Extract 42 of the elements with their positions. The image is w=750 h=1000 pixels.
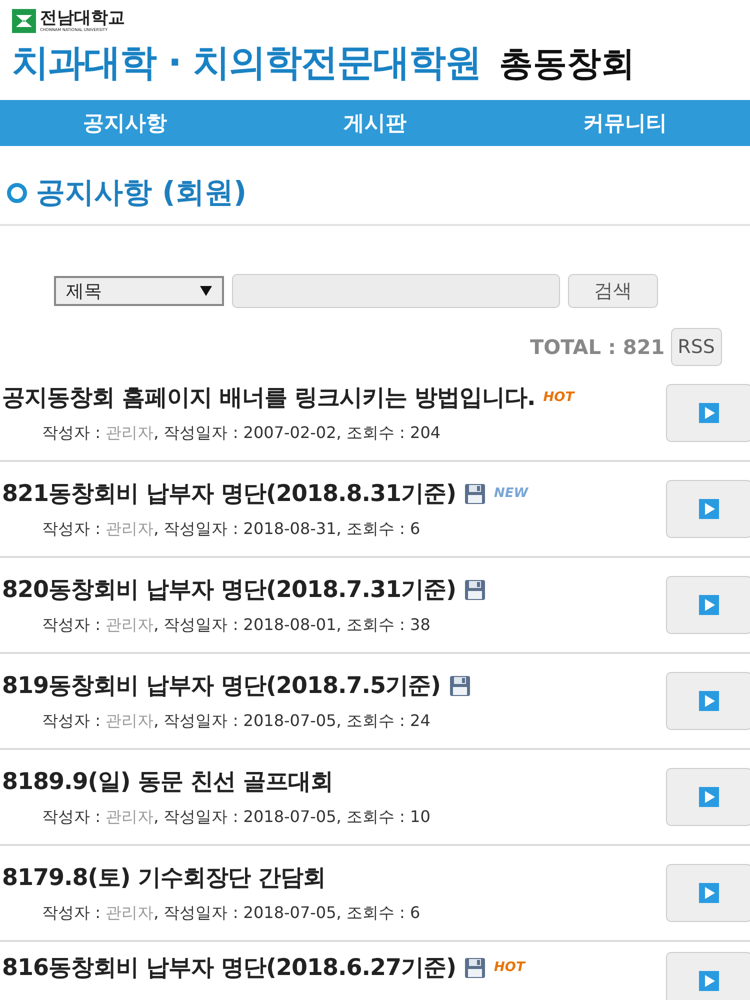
page-heading: 공지사항 (회원) [36,174,247,211]
post-title-link[interactable]: 공지동창회 홈페이지 배너를 링크시키는 방법입니다. [2,382,536,413]
total-count: TOTAL : 821 [530,335,665,359]
search-field[interactable] [232,274,560,308]
view-post-button[interactable] [666,952,750,1000]
post-title-link[interactable]: 819동창회비 납부자 명단(2018.7.5기준) [2,670,441,701]
play-icon [699,403,719,423]
university-name: 전남대학교 [40,9,125,27]
view-post-button[interactable] [666,384,750,442]
play-icon [699,971,719,991]
post-meta: 작성자 : 관리자, 작성일자 : 2018-07-05, 조회수 : 6 [41,903,420,924]
site-title-suffix: 총동창회 [498,43,635,86]
view-post-button[interactable] [666,576,750,634]
play-icon [699,499,719,519]
post-meta: 작성자 : 관리자, 작성일자 : 2018-07-05, 조회수 : 10 [41,807,430,828]
post-meta: 작성자 : 관리자, 작성일자 : 2018-08-31, 조회수 : 6 [41,519,422,540]
rss-button[interactable]: RSS [670,328,722,366]
caret-icon [200,286,212,296]
new-label: NEW [494,486,528,501]
post-meta: 작성자 : 관리자, 작성일자 : 2007-02-02, 조회수 : 204 [41,423,442,444]
play-icon [699,691,719,711]
play-icon [699,787,719,807]
search-button[interactable]: 검색 [568,274,658,308]
view-post-button[interactable] [666,864,750,922]
play-icon [699,883,719,903]
hot-label: HOT [543,390,574,405]
post-title-link[interactable]: 820동창회비 납부자 명단(2018.7.31기준) [2,574,456,605]
view-post-button[interactable] [666,672,750,730]
post-title-link[interactable]: 8179.8(토) 기수회장단 간담회 [2,862,326,893]
view-post-button[interactable] [666,768,750,826]
post-title-link[interactable]: 821동창회비 납부자 명단(2018.8.31기준) [2,478,456,509]
search-type-dropdown[interactable]: 제목 [54,276,224,306]
play-icon [699,595,719,615]
post-meta: 작성자 : 관리자, 작성일자 : 2018-08-01, 조회수 : 38 [41,615,432,636]
emblem-icon [12,9,36,33]
post-meta: 작성자 : 관리자, 작성일자 : 2018-07-05, 조회수 : 24 [41,711,432,732]
site-title-text: 치과대학 · 치의학전문대학원 [12,40,481,86]
hot-label: HOT [494,960,525,975]
circle-bullet-icon [6,182,28,204]
post-title-link[interactable]: 8189.9(일) 동문 친선 골프대회 [2,766,333,797]
view-post-button[interactable] [666,480,750,538]
post-title-link[interactable]: 816동창회비 납부자 명단(2018.6.27기준) [2,952,456,983]
